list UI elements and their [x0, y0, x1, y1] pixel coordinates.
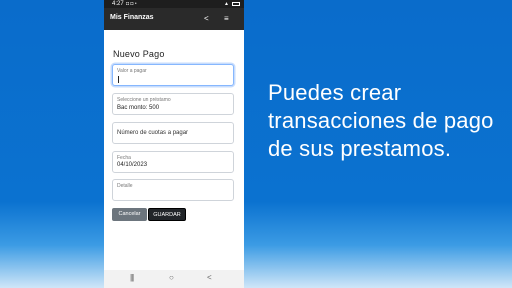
date-value: 04/10/2023	[117, 162, 148, 168]
detail-placeholder: Detalle	[117, 183, 133, 189]
amount-input[interactable]: Valor a pagar	[112, 64, 234, 86]
installments-input[interactable]: Número de cuotas a pagar	[112, 122, 234, 144]
battery-icon	[232, 2, 240, 6]
home-icon[interactable]: ○	[169, 273, 174, 283]
caption-text: Puedes crear transacciones de pago de su…	[268, 80, 494, 161]
loan-value: Bac monto: 500	[117, 105, 160, 111]
date-label: Fecha	[117, 155, 131, 161]
cancel-button[interactable]: Cancelar	[112, 208, 147, 221]
status-bar: 4:27 ◘ ◘ • ▲	[104, 0, 244, 8]
app-title: Mis Finanzas	[110, 14, 154, 21]
status-icons: ◘ ◘ •	[126, 1, 137, 7]
date-field[interactable]: Fecha 04/10/2023	[112, 151, 234, 173]
installments-placeholder: Número de cuotas a pagar	[117, 130, 189, 136]
recents-icon[interactable]: |||	[130, 273, 134, 283]
share-icon[interactable]: <	[204, 14, 209, 23]
hamburger-menu-icon[interactable]: ≡	[224, 14, 229, 23]
signal-icon: ▲	[224, 1, 229, 7]
status-time: 4:27	[112, 1, 124, 7]
phone-screen: 4:27 ◘ ◘ • ▲ Mis Finanzas < ≡ Nuevo Pago…	[104, 0, 244, 288]
back-icon[interactable]: <	[207, 273, 212, 283]
save-button[interactable]: GUARDAR	[148, 208, 186, 221]
loan-label: Seleccione un préstamo	[117, 97, 171, 103]
loan-select[interactable]: Seleccione un préstamo Bac monto: 500	[112, 93, 234, 115]
detail-textarea[interactable]: Detalle	[112, 179, 234, 201]
amount-placeholder: Valor a pagar	[117, 68, 147, 74]
text-cursor	[118, 76, 119, 83]
form-title: Nuevo Pago	[113, 49, 165, 59]
app-bar: Mis Finanzas < ≡	[104, 8, 244, 30]
android-nav-bar: ||| ○ <	[104, 270, 244, 288]
